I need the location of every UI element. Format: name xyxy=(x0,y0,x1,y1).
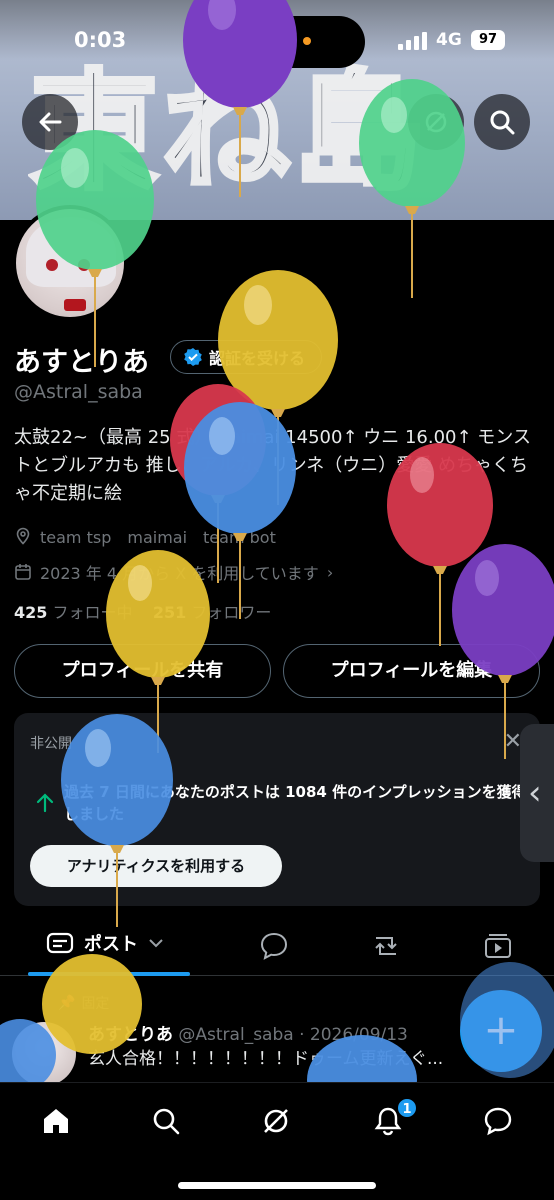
pin-icon: 📌 xyxy=(58,995,76,1011)
network-type: 4G xyxy=(436,30,462,50)
home-indicator xyxy=(178,1182,376,1189)
private-label: 非公開 xyxy=(30,736,72,752)
follow-stats: 425 フォロー中 251 フォロワー xyxy=(14,599,271,623)
notification-badge: 1 xyxy=(396,1097,418,1119)
home-icon[interactable] xyxy=(40,1105,72,1137)
status-bar: 0:03 4G 97 xyxy=(0,0,554,80)
avatar-eye-right xyxy=(78,259,90,271)
get-verified-label: 認証を受ける xyxy=(209,349,306,368)
joined-text: 2023 年 4 月から X を利用しています xyxy=(40,564,319,583)
avatar-bow xyxy=(64,299,86,311)
profile-avatar[interactable] xyxy=(12,205,128,321)
grok-button[interactable] xyxy=(408,94,464,150)
edit-profile-button[interactable]: プロフィールを編集 xyxy=(283,644,540,698)
profile-tabs: ポスト xyxy=(0,918,554,976)
following-count[interactable]: 425 xyxy=(14,603,47,622)
verified-badge-icon xyxy=(184,348,202,366)
signal-icon xyxy=(398,32,427,50)
reply-icon[interactable] xyxy=(258,930,290,962)
status-time: 0:03 xyxy=(74,28,127,52)
block-icon xyxy=(425,111,447,133)
analytics-card: 非公開 ✕ 過去 7 日間にあなたのポストは 1084 件のインプレッションを獲… xyxy=(14,713,540,906)
tab-posts[interactable]: ポスト xyxy=(46,930,164,956)
location-icon xyxy=(16,527,30,545)
dynamic-island xyxy=(190,16,365,68)
side-panel-handle[interactable]: ‹ xyxy=(520,724,554,862)
compose-button[interactable]: + xyxy=(460,990,542,1072)
share-profile-button[interactable]: プロフィールを共有 xyxy=(14,644,271,698)
profile-joined[interactable]: 2023 年 4 月から X を利用しています › xyxy=(14,560,333,584)
search-icon[interactable] xyxy=(150,1105,182,1137)
profile-handle: @Astral_saba xyxy=(14,381,143,403)
calendar-icon xyxy=(15,564,31,580)
post-avatar[interactable] xyxy=(12,1022,76,1086)
back-arrow-icon xyxy=(39,112,62,132)
plus-icon: + xyxy=(483,1005,519,1054)
pinned-indicator: 📌 固定 xyxy=(58,993,109,1013)
post-meta: @Astral_saba · 2026/09/13 xyxy=(178,1025,408,1045)
tab-posts-label: ポスト xyxy=(84,934,138,955)
followers-count[interactable]: 251 xyxy=(153,603,186,622)
chevron-right-icon: › xyxy=(326,562,334,582)
search-icon xyxy=(490,110,515,135)
profile-bio: 太鼓22~（最高 25 式）maimai 14500↑ ウニ 16.00↑ モン… xyxy=(14,427,531,504)
active-tab-indicator xyxy=(28,972,190,976)
grok-icon[interactable] xyxy=(260,1105,292,1137)
get-verified-button[interactable]: 認証を受ける xyxy=(170,340,323,374)
media-icon[interactable] xyxy=(482,930,514,962)
post-header: あすとりあ @Astral_saba · 2026/09/13 xyxy=(88,1020,408,1045)
repost-icon[interactable] xyxy=(370,930,402,962)
pinned-label: 固定 xyxy=(81,996,110,1012)
message-icon[interactable] xyxy=(482,1105,514,1137)
use-analytics-button[interactable]: アナリティクスを利用する xyxy=(30,845,282,887)
recording-indicator xyxy=(303,37,311,45)
chevron-down-icon xyxy=(149,939,163,948)
profile-name: あすとりあ xyxy=(14,347,149,378)
followers-label[interactable]: フォロワー xyxy=(191,603,271,622)
location-text: team tsp maimai team bot xyxy=(40,528,276,547)
post-author[interactable]: あすとりあ xyxy=(88,1025,173,1045)
impressions-text: 過去 7 日間にあなたのポストは 1084 件のインプレッションを獲得しました xyxy=(64,783,527,823)
profile-location: team tsp maimai team bot xyxy=(14,524,276,548)
back-button[interactable] xyxy=(22,94,78,150)
post-tab-icon xyxy=(46,932,74,954)
avatar-hair xyxy=(26,217,116,287)
battery-icon: 97 xyxy=(471,30,505,50)
following-label[interactable]: フォロー中 xyxy=(53,603,133,622)
avatar-eye-left xyxy=(46,259,58,271)
search-button[interactable] xyxy=(474,94,530,150)
arrow-up-icon xyxy=(36,793,54,813)
